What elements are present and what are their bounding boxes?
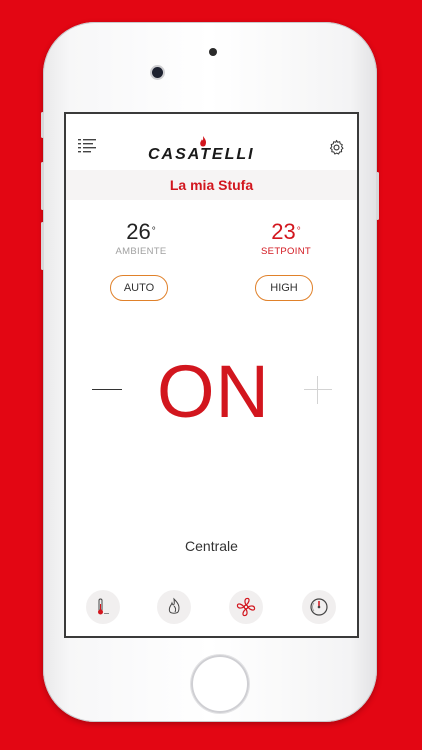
brand-logo: CASATELLI	[148, 146, 255, 163]
logo-flame-icon	[200, 136, 207, 147]
home-button[interactable]	[191, 655, 249, 713]
gear-icon[interactable]	[328, 139, 345, 156]
power-button	[376, 172, 379, 220]
ambient-unit: °	[151, 226, 156, 237]
tab-flame[interactable]	[157, 590, 191, 624]
thermometer-icon	[98, 598, 109, 615]
flame-icon	[168, 597, 180, 614]
power-level-button[interactable]: HIGH	[255, 275, 313, 301]
setpoint-temperature[interactable]: 23° SETPOINT	[241, 219, 331, 258]
ambient-label: AMBIENTE	[115, 246, 167, 257]
tab-gauge[interactable]	[302, 590, 336, 624]
power-status[interactable]: ON	[156, 352, 271, 432]
ambient-value: 26	[126, 219, 151, 244]
menu-list-icon[interactable]	[78, 138, 96, 154]
silent-switch	[41, 112, 44, 138]
minus-icon[interactable]	[92, 389, 122, 390]
zone-label: Centrale	[185, 538, 238, 554]
setpoint-value: 23	[271, 219, 296, 244]
app-screen: CASATELLI La mia Stufa 26° AMBIENTE 23° …	[64, 112, 359, 638]
volume-down-button	[41, 222, 44, 270]
title-bar: La mia Stufa	[66, 170, 357, 200]
tab-thermometer[interactable]	[86, 590, 120, 624]
volume-up-button	[41, 162, 44, 210]
setpoint-unit: °	[296, 226, 301, 237]
stove-title: La mia Stufa	[169, 177, 254, 193]
setpoint-label: SETPOINT	[261, 246, 311, 257]
app-header: CASATELLI	[66, 114, 357, 170]
front-camera	[152, 67, 163, 78]
speaker	[209, 48, 217, 56]
ambient-temperature: 26° AMBIENTE	[96, 219, 186, 258]
fan-icon	[236, 597, 256, 617]
gauge-icon	[310, 598, 328, 616]
tab-fan[interactable]	[229, 590, 263, 624]
auto-mode-button[interactable]: AUTO	[110, 275, 168, 301]
